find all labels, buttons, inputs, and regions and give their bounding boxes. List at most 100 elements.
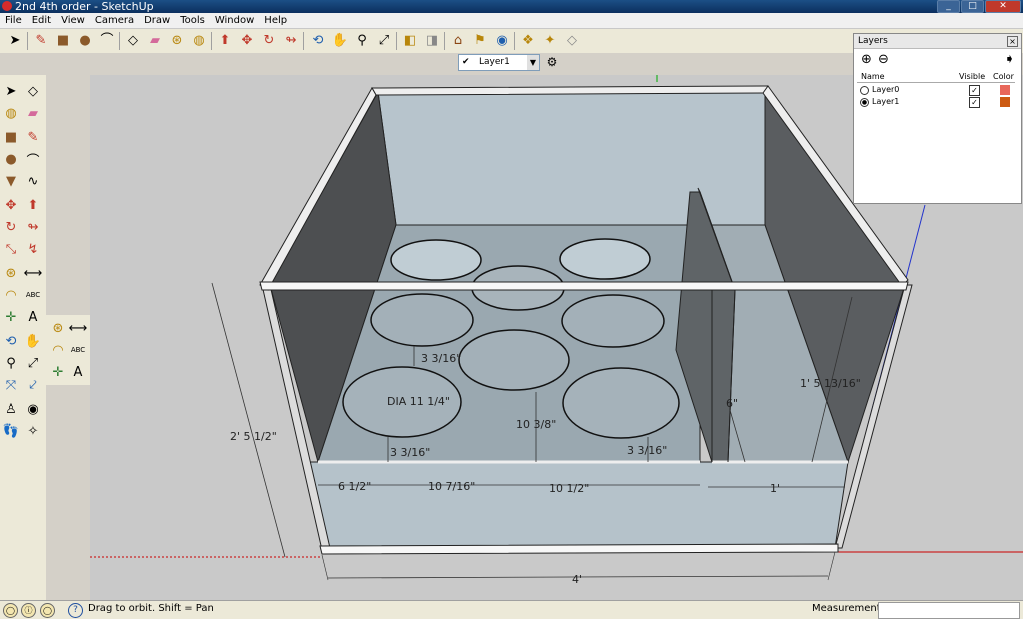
make-component-icon[interactable]: ◇	[23, 81, 43, 101]
next-view-icon[interactable]: ◨	[423, 32, 441, 50]
zoom-window-icon[interactable]: ⤢	[23, 353, 43, 373]
column-color[interactable]: Color	[993, 71, 1014, 82]
look-around-icon[interactable]: ◉	[23, 399, 43, 419]
maximize-button[interactable]: □	[961, 0, 984, 13]
tape-measure-icon[interactable]: ⊛	[168, 32, 186, 50]
visible-checkbox[interactable]: ✓	[969, 85, 980, 96]
3d-text-icon[interactable]: A	[68, 362, 88, 382]
warehouse-icon[interactable]: ⌂	[449, 32, 467, 50]
position-camera-icon[interactable]: ♙	[1, 399, 21, 419]
column-visible[interactable]: Visible	[959, 71, 985, 82]
orbit-icon[interactable]: ⟲	[309, 32, 327, 50]
menu-file[interactable]: File	[0, 13, 27, 28]
materials-icon[interactable]: ✦	[541, 32, 559, 50]
protractor-icon[interactable]: ◠	[48, 340, 68, 360]
layer-color-swatch[interactable]	[1000, 97, 1010, 107]
menu-camera[interactable]: Camera	[90, 13, 139, 28]
eraser-icon[interactable]: ▰	[23, 103, 43, 123]
visible-checkbox[interactable]: ✓	[969, 97, 980, 108]
arc-icon[interactable]: ⌒	[98, 32, 116, 50]
zoom-extents-icon[interactable]: ⤧	[1, 375, 21, 395]
pan-icon[interactable]: ✋	[331, 32, 349, 50]
circle-icon[interactable]: ●	[1, 149, 21, 169]
sign-in-icon[interactable]: ◯	[40, 603, 55, 618]
zoom-extents-icon[interactable]: ⤢	[375, 32, 393, 50]
layer-manager-icon[interactable]: ⚙	[543, 53, 561, 71]
share-model-icon[interactable]: ⚑	[471, 32, 489, 50]
orbit-icon[interactable]: ⟲	[1, 331, 21, 351]
dim-gap-top-label: 3 3/16"	[421, 352, 461, 365]
menu-tools[interactable]: Tools	[175, 13, 210, 28]
tape-measure-icon[interactable]: ⊛	[48, 318, 68, 338]
add-layer-icon[interactable]: ⊕	[861, 52, 872, 67]
menu-edit[interactable]: Edit	[27, 13, 56, 28]
measurements-input[interactable]	[878, 602, 1020, 619]
text-icon[interactable]: ABC	[68, 340, 88, 360]
close-button[interactable]: ✕	[985, 0, 1021, 13]
arc-icon[interactable]: ⌒	[23, 149, 43, 169]
scale-icon[interactable]: ⤡	[1, 239, 21, 259]
3d-text-icon[interactable]: A	[23, 307, 43, 327]
zoom-icon[interactable]: ⚲	[353, 32, 371, 50]
previous-view-icon[interactable]: ⤦	[23, 375, 43, 395]
line-icon[interactable]: ✎	[23, 127, 43, 147]
help-icon[interactable]: ?	[68, 603, 83, 618]
rotate-icon[interactable]: ↻	[1, 217, 21, 237]
text-icon[interactable]: ABC	[23, 285, 43, 305]
styles-icon[interactable]: ◇	[563, 32, 581, 50]
dim-gap-left-label: 3 3/16"	[390, 446, 430, 459]
menu-draw[interactable]: Draw	[139, 13, 175, 28]
rectangle-icon[interactable]: ■	[54, 32, 72, 50]
dimension-icon[interactable]: ⟷	[68, 318, 88, 338]
credits-icon[interactable]: ⓘ	[21, 603, 36, 618]
paint-bucket-icon[interactable]: ◍	[1, 103, 21, 123]
zoom-icon[interactable]: ⚲	[1, 353, 21, 373]
menu-window[interactable]: Window	[210, 13, 259, 28]
make-component-icon[interactable]: ◇	[124, 32, 142, 50]
components-icon[interactable]: ❖	[519, 32, 537, 50]
move-icon[interactable]: ✥	[1, 195, 21, 215]
minimize-button[interactable]: _	[937, 0, 960, 13]
circle-icon[interactable]: ●	[76, 32, 94, 50]
geo-location-icon[interactable]: ◯	[3, 603, 18, 618]
dim-width-label: 4'	[572, 573, 582, 586]
offset-icon[interactable]: ↯	[23, 239, 43, 259]
rotate-icon[interactable]: ↻	[260, 32, 278, 50]
freehand-icon[interactable]: ∿	[23, 171, 43, 191]
axes-icon[interactable]: ✛	[48, 362, 68, 382]
rectangle-icon[interactable]: ■	[1, 127, 21, 147]
delete-layer-icon[interactable]: ⊖	[878, 52, 889, 67]
select-icon[interactable]: ➤	[6, 32, 24, 50]
push-pull-icon[interactable]: ⬆	[216, 32, 234, 50]
move-icon[interactable]: ✥	[238, 32, 256, 50]
tape-measure-icon[interactable]: ⊛	[1, 263, 21, 283]
follow-me-icon[interactable]: ↬	[282, 32, 300, 50]
active-layer-radio[interactable]: ●	[860, 98, 869, 107]
details-arrow-icon[interactable]: ➧	[1004, 52, 1015, 67]
paint-bucket-icon[interactable]: ◍	[190, 32, 208, 50]
menu-help[interactable]: Help	[259, 13, 292, 28]
section-plane-icon[interactable]: ✧	[23, 421, 43, 441]
close-icon[interactable]: ×	[1007, 36, 1018, 47]
axes-icon[interactable]: ✛	[1, 307, 21, 327]
get-models-icon[interactable]: ◉	[493, 32, 511, 50]
protractor-icon[interactable]: ◠	[1, 285, 21, 305]
layer-row[interactable]: Layer0 ✓	[857, 84, 1015, 96]
chevron-down-icon[interactable]: ▼	[527, 55, 539, 70]
pencil-icon[interactable]: ✎	[32, 32, 50, 50]
walk-icon[interactable]: 👣	[1, 421, 21, 441]
layer-color-swatch[interactable]	[1000, 85, 1010, 95]
push-pull-icon[interactable]: ⬆	[23, 195, 43, 215]
eraser-icon[interactable]: ▰	[146, 32, 164, 50]
select-icon[interactable]: ➤	[1, 81, 21, 101]
column-name[interactable]: Name	[861, 71, 885, 82]
active-layer-radio[interactable]	[860, 86, 869, 95]
polygon-icon[interactable]: ▼	[1, 171, 21, 191]
pan-icon[interactable]: ✋	[23, 331, 43, 351]
follow-me-icon[interactable]: ↬	[23, 217, 43, 237]
previous-view-icon[interactable]: ◧	[401, 32, 419, 50]
layer-row[interactable]: ● Layer1 ✓	[857, 96, 1015, 108]
dimension-icon[interactable]: ⟷	[23, 263, 43, 283]
layer-dropdown[interactable]: ✔ Layer1 ▼	[458, 54, 540, 71]
menu-view[interactable]: View	[56, 13, 90, 28]
